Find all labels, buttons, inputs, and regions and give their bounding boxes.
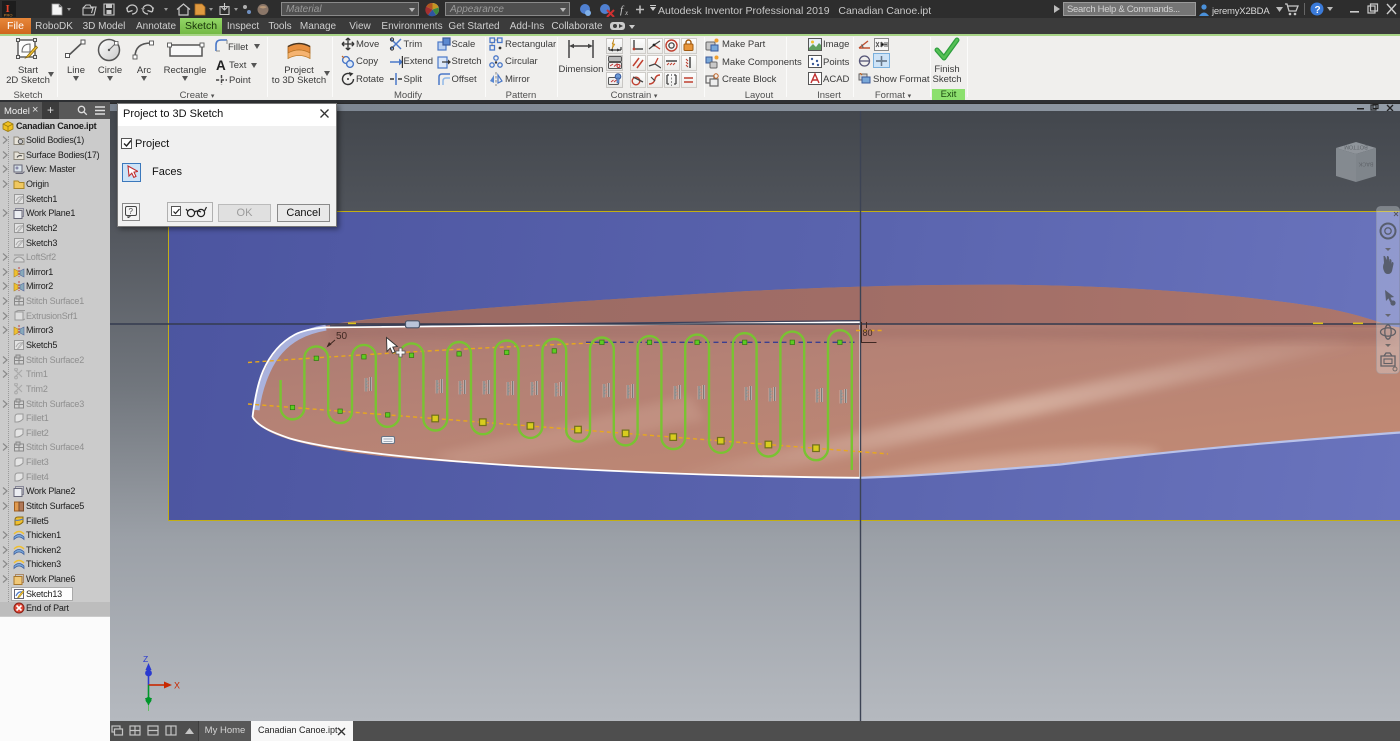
svg-text:X: X (174, 681, 180, 691)
svg-text:Z: Z (143, 654, 148, 664)
svg-text:50: 50 (336, 331, 348, 342)
svg-text:BACK: BACK (1358, 161, 1373, 167)
svg-text:80: 80 (863, 328, 873, 338)
svg-text:BOTTOM: BOTTOM (1344, 144, 1368, 150)
svg-text:?: ? (129, 207, 134, 216)
